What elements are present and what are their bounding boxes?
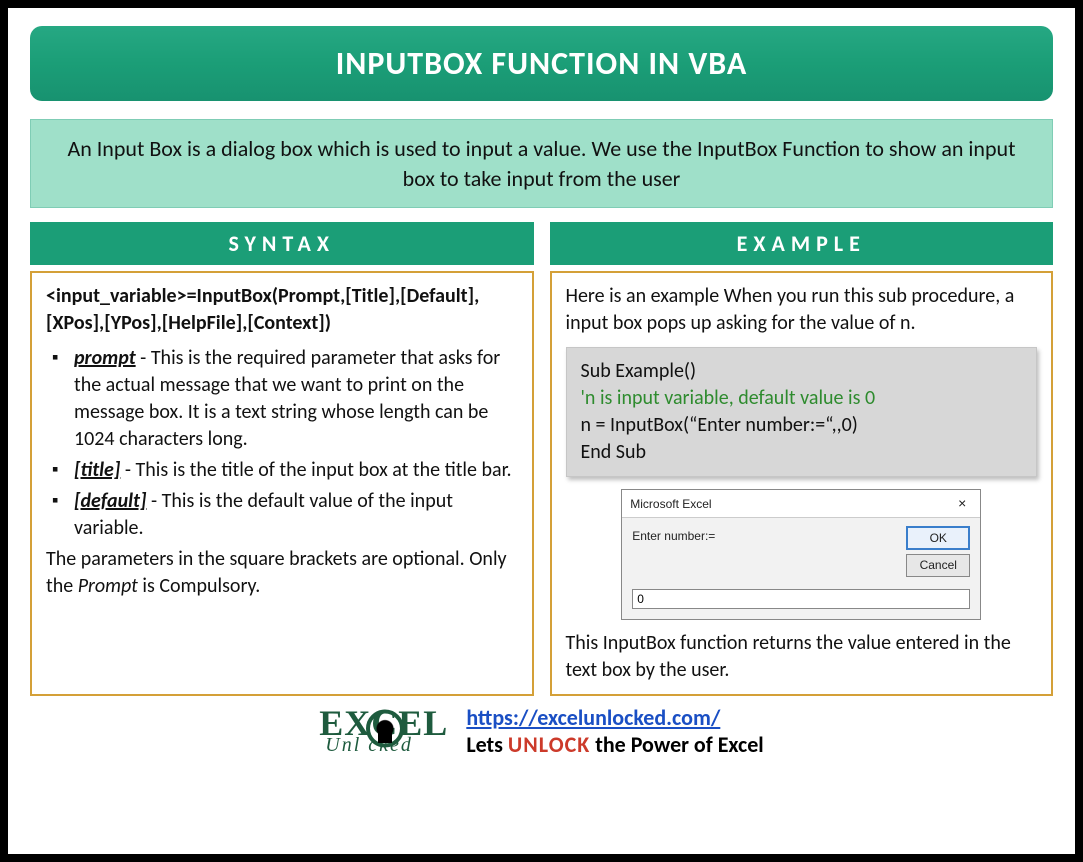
param-name: prompt [74, 346, 136, 370]
param-name: [default] [74, 489, 146, 513]
dialog-button-group: OK Cancel [906, 526, 970, 576]
logo-c-with-lock-icon: C [371, 707, 398, 739]
param-item-prompt: prompt - This is the required parameter … [50, 345, 518, 453]
logo-part: EL [398, 703, 448, 743]
inputbox-dialog: Microsoft Excel × Enter number:= OK Canc… [621, 489, 981, 619]
dialog-preview-wrap: Microsoft Excel × Enter number:= OK Canc… [566, 489, 1038, 619]
param-dash: - [146, 489, 161, 513]
ok-button[interactable]: OK [906, 526, 970, 550]
dialog-titlebar: Microsoft Excel × [622, 490, 980, 518]
close-icon[interactable]: × [952, 494, 972, 513]
example-header: EXAMPLE [550, 222, 1054, 265]
page-title-banner: INPUTBOX FUNCTION IN VBA [30, 26, 1053, 101]
code-line: n = InputBox(“Enter number:=“,,0) [581, 412, 1023, 439]
param-item-default: [default] - This is the default value of… [50, 488, 518, 542]
syntax-body: <input_variable>=InputBox(Prompt,[Title]… [30, 271, 534, 695]
logo-top-text: EXCEL [319, 707, 448, 739]
content-columns: SYNTAX <input_variable>=InputBox(Prompt,… [30, 222, 1053, 695]
example-column: EXAMPLE Here is an example When you run … [550, 222, 1054, 695]
footer-url-link[interactable]: https://excelunlocked.com/ [466, 704, 720, 731]
dialog-input-row [622, 585, 980, 619]
code-comment: 'n is input variable, default value is 0 [581, 385, 1023, 412]
param-name: [title] [74, 458, 120, 482]
dialog-prompt-text: Enter number:= [632, 526, 896, 576]
code-line: End Sub [581, 439, 1023, 466]
syntax-header: SYNTAX [30, 222, 534, 265]
footer-text-block: https://excelunlocked.com/ Lets UNLOCK t… [466, 704, 763, 758]
param-desc: This is the title of the input box at th… [136, 458, 512, 482]
footer-tagline: Lets UNLOCK the Power of Excel [466, 731, 763, 758]
dialog-title: Microsoft Excel [630, 496, 711, 512]
example-outro: This InputBox function returns the value… [566, 630, 1038, 684]
excel-unlocked-logo: EXCEL Unl cked [319, 707, 448, 753]
logo-part: EX [319, 703, 371, 743]
param-item-title: [title] - This is the title of the input… [50, 457, 518, 484]
lock-key-icon [378, 733, 392, 743]
tag-unlock-word: UNLOCK [508, 731, 590, 758]
note-emphasis: Prompt [78, 574, 138, 598]
tag-part: Lets [466, 731, 508, 758]
param-dash: - [120, 458, 135, 482]
syntax-note: The parameters in the square brackets ar… [46, 546, 518, 600]
param-dash: - [136, 346, 151, 370]
tag-part: the Power of Excel [590, 731, 763, 758]
cancel-button[interactable]: Cancel [906, 554, 970, 576]
param-list: prompt - This is the required parameter … [46, 345, 518, 542]
page-footer: EXCEL Unl cked https://excelunlocked.com… [30, 704, 1053, 758]
intro-description: An Input Box is a dialog box which is us… [30, 119, 1053, 208]
example-intro: Here is an example When you run this sub… [566, 283, 1038, 337]
note-part2: is Compulsory. [138, 574, 260, 598]
code-block: Sub Example() 'n is input variable, defa… [566, 347, 1038, 477]
dialog-body: Enter number:= OK Cancel [622, 518, 980, 584]
example-body: Here is an example When you run this sub… [550, 271, 1054, 695]
syntax-signature: <input_variable>=InputBox(Prompt,[Title]… [46, 283, 518, 337]
syntax-column: SYNTAX <input_variable>=InputBox(Prompt,… [30, 222, 534, 695]
dialog-text-input[interactable] [632, 589, 970, 609]
code-line: Sub Example() [581, 358, 1023, 385]
